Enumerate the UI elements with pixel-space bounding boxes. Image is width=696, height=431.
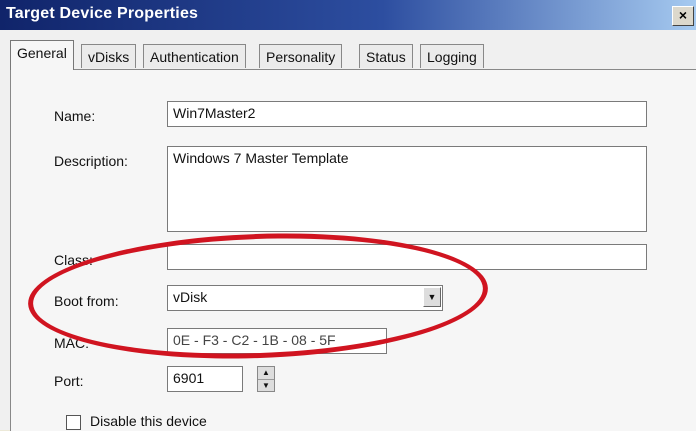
disable-device-checkbox[interactable]: [66, 415, 81, 430]
tab-status[interactable]: Status: [359, 44, 413, 68]
title-bar: Target Device Properties ×: [0, 0, 696, 30]
tab-logging[interactable]: Logging: [420, 44, 484, 68]
spin-up-icon[interactable]: ▲: [258, 367, 274, 380]
properties-dialog: General vDisks Authentication Personalit…: [0, 30, 696, 431]
port-label: Port:: [54, 373, 84, 389]
description-label: Description:: [54, 153, 128, 169]
port-stepper[interactable]: ▲ ▼: [257, 366, 275, 392]
spin-down-icon[interactable]: ▼: [258, 380, 274, 392]
window-title: Target Device Properties: [6, 5, 199, 22]
tab-vdisks[interactable]: vDisks: [81, 44, 137, 68]
disable-device-label: Disable this device: [90, 413, 207, 429]
tab-personality[interactable]: Personality: [259, 44, 343, 68]
tab-general[interactable]: General: [10, 40, 74, 70]
name-label: Name:: [54, 108, 96, 124]
name-field[interactable]: Win7Master2: [167, 101, 647, 127]
tab-authentication[interactable]: Authentication: [143, 44, 246, 68]
description-field[interactable]: Windows 7 Master Template: [167, 146, 647, 232]
port-field[interactable]: 6901: [167, 366, 243, 392]
close-button[interactable]: ×: [672, 6, 694, 26]
